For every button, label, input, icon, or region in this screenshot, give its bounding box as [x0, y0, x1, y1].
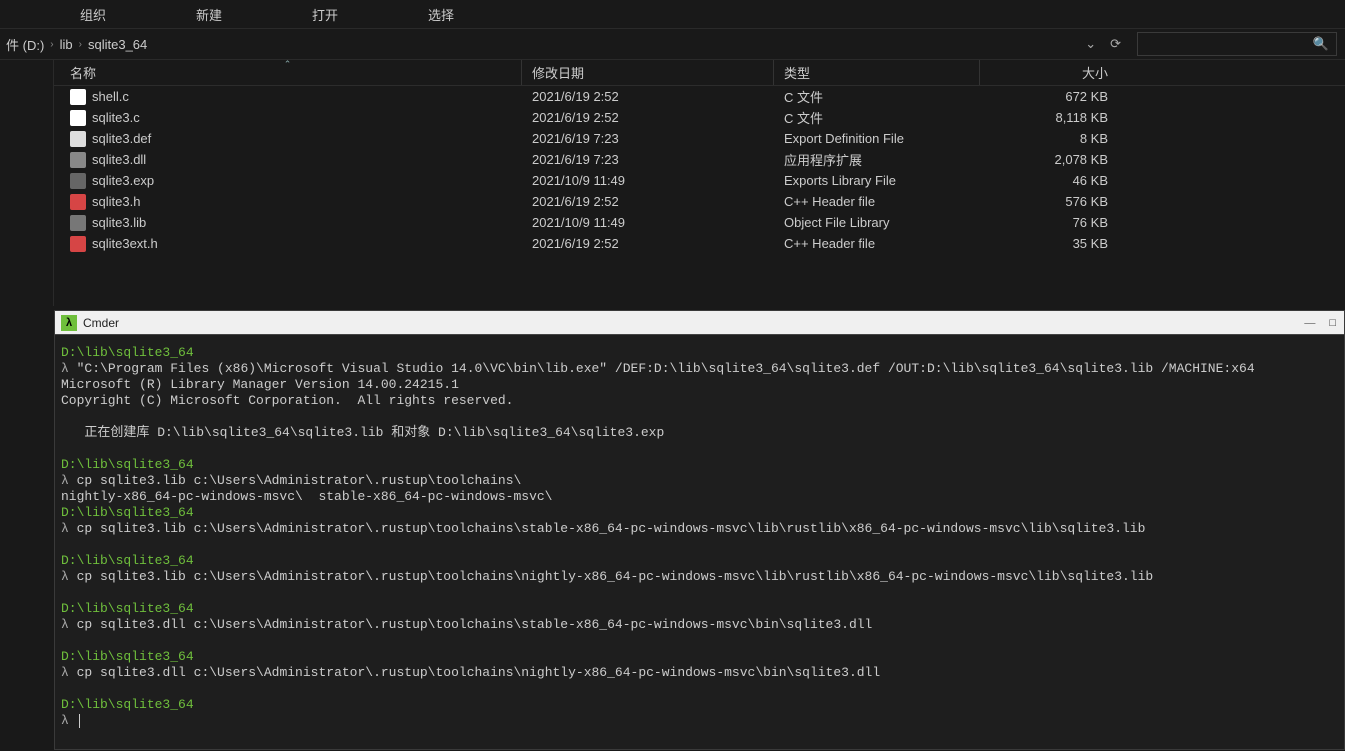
file-type: C 文件 [784, 87, 823, 106]
file-type: Export Definition File [784, 131, 904, 146]
file-type: C++ Header file [784, 236, 875, 251]
file-name: sqlite3.dll [92, 152, 146, 167]
chevron-down-icon[interactable]: ⌄ [1085, 36, 1096, 52]
file-date: 2021/10/9 11:49 [532, 215, 625, 230]
search-wrap: 🔍 [1131, 32, 1345, 56]
file-size: 672 KB [1065, 89, 1108, 104]
file-date: 2021/6/19 7:23 [532, 131, 619, 146]
file-size: 35 KB [1073, 236, 1108, 251]
file-date: 2021/6/19 2:52 [532, 89, 619, 104]
col-date[interactable]: 修改日期 [522, 60, 774, 85]
file-date: 2021/10/9 11:49 [532, 173, 625, 188]
menu-open[interactable]: 打开 [312, 5, 338, 24]
sort-asc-icon: ⌃ [284, 59, 292, 70]
file-list: ⌃ 名称 修改日期 类型 大小 shell.c 2021/6/19 2:52 C 文… [54, 60, 1345, 306]
file-row[interactable]: sqlite3.def 2021/6/19 7:23 Export Definiti… [54, 128, 1345, 149]
file-date: 2021/6/19 2:52 [532, 110, 619, 125]
nav-pane[interactable] [0, 60, 54, 306]
file-type: C++ Header file [784, 194, 875, 209]
file-name: sqlite3ext.h [92, 236, 158, 251]
file-icon [70, 215, 86, 231]
column-headers: ⌃ 名称 修改日期 类型 大小 [54, 60, 1345, 86]
chevron-right-icon: › [79, 39, 82, 50]
col-type-label: 类型 [784, 63, 810, 82]
breadcrumb[interactable]: 件 (D:) › lib › sqlite3_64 [2, 35, 1075, 54]
file-icon [70, 194, 86, 210]
file-type: 应用程序扩展 [784, 150, 862, 169]
col-date-label: 修改日期 [532, 63, 584, 82]
file-date: 2021/6/19 7:23 [532, 152, 619, 167]
file-row[interactable]: sqlite3.c 2021/6/19 2:52 C 文件 8,118 KB [54, 107, 1345, 128]
file-type: C 文件 [784, 108, 823, 127]
search-input[interactable] [1137, 32, 1337, 56]
maximize-button[interactable]: □ [1329, 317, 1336, 329]
file-date: 2021/6/19 2:52 [532, 236, 619, 251]
file-row[interactable]: sqlite3.lib 2021/10/9 11:49 Object File Li… [54, 212, 1345, 233]
menu-select[interactable]: 选择 [428, 5, 454, 24]
file-icon [70, 152, 86, 168]
col-type[interactable]: 类型 [774, 60, 980, 85]
chevron-right-icon: › [50, 39, 53, 50]
terminal-window: λ Cmder — □ D:\lib\sqlite3_64λ "C:\Progr… [54, 310, 1345, 750]
file-row[interactable]: sqlite3ext.h 2021/6/19 2:52 C++ Header fil… [54, 233, 1345, 254]
file-row[interactable]: sqlite3.dll 2021/6/19 7:23 应用程序扩展 2,078 KB [54, 149, 1345, 170]
cmder-icon: λ [61, 315, 77, 331]
file-name: sqlite3.c [92, 110, 140, 125]
col-name[interactable]: ⌃ 名称 [54, 60, 522, 85]
file-name: sqlite3.exp [92, 173, 154, 188]
file-size: 576 KB [1065, 194, 1108, 209]
file-row[interactable]: sqlite3.exp 2021/10/9 11:49 Exports Librar… [54, 170, 1345, 191]
file-date: 2021/6/19 2:52 [532, 194, 619, 209]
file-row[interactable]: sqlite3.h 2021/6/19 2:52 C++ Header file 57… [54, 191, 1345, 212]
file-size: 76 KB [1073, 215, 1108, 230]
address-bar-row: 件 (D:) › lib › sqlite3_64 ⌄ ⟳ 🔍 [0, 28, 1345, 60]
col-size-label: 大小 [1082, 63, 1108, 82]
file-type: Object File Library [784, 215, 889, 230]
file-name: sqlite3.def [92, 131, 151, 146]
file-name: sqlite3.h [92, 194, 140, 209]
refresh-icon[interactable]: ⟳ [1110, 36, 1121, 52]
breadcrumb-seg-sqlite[interactable]: sqlite3_64 [88, 37, 147, 52]
breadcrumb-seg-drive[interactable]: 件 (D:) [6, 35, 44, 54]
terminal-title: Cmder [83, 316, 119, 330]
explorer-menubar: 组织 新建 打开 选择 [0, 0, 1345, 28]
breadcrumb-seg-lib[interactable]: lib [60, 37, 73, 52]
file-size: 8,118 KB [1055, 110, 1108, 125]
file-size: 8 KB [1080, 131, 1108, 146]
file-name: shell.c [92, 89, 129, 104]
file-rows: shell.c 2021/6/19 2:52 C 文件 672 KB sqlite3.c… [54, 86, 1345, 306]
file-icon [70, 110, 86, 126]
menu-new[interactable]: 新建 [196, 5, 222, 24]
terminal-titlebar[interactable]: λ Cmder — □ [55, 311, 1344, 335]
file-icon [70, 236, 86, 252]
search-icon[interactable]: 🔍 [1313, 36, 1329, 52]
terminal-body[interactable]: D:\lib\sqlite3_64λ "C:\Program Files (x8… [55, 335, 1344, 749]
file-row[interactable]: shell.c 2021/6/19 2:52 C 文件 672 KB [54, 86, 1345, 107]
file-size: 2,078 KB [1055, 152, 1109, 167]
file-name: sqlite3.lib [92, 215, 146, 230]
col-size[interactable]: 大小 [980, 60, 1118, 85]
file-type: Exports Library File [784, 173, 896, 188]
file-icon [70, 131, 86, 147]
file-icon [70, 89, 86, 105]
col-name-label: 名称 [70, 63, 96, 82]
file-size: 46 KB [1073, 173, 1108, 188]
minimize-button[interactable]: — [1304, 317, 1315, 329]
file-icon [70, 173, 86, 189]
menu-organize[interactable]: 组织 [80, 5, 106, 24]
